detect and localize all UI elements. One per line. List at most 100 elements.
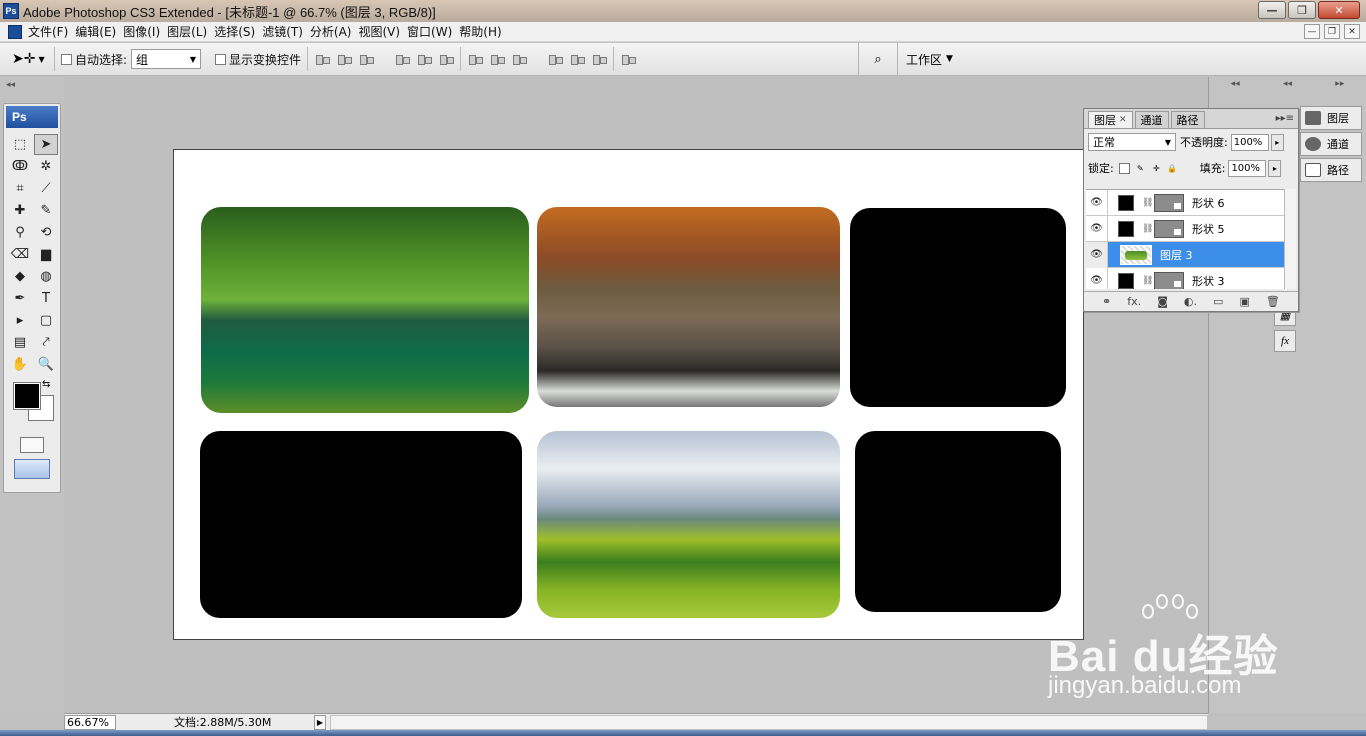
zoom-field[interactable]: 66.67% bbox=[64, 714, 116, 730]
mini-tab-channels[interactable]: 通道 bbox=[1300, 132, 1362, 156]
brush-tool-icon[interactable]: ✎ bbox=[34, 200, 58, 221]
path-selection-tool-icon[interactable]: ▸ bbox=[8, 310, 32, 331]
tool-preset-picker[interactable]: ➤✛ ▼ bbox=[12, 46, 48, 72]
auto-align-icon[interactable] bbox=[620, 52, 637, 66]
status-menu-arrow[interactable]: ▶ bbox=[314, 714, 326, 730]
auto-select-checkbox[interactable]: 自动选择: bbox=[61, 51, 127, 68]
shape-tool-icon[interactable]: ▢ bbox=[34, 310, 58, 331]
menu-help[interactable]: 帮助(H) bbox=[459, 23, 508, 40]
menu-view[interactable]: 视图(V) bbox=[358, 23, 407, 40]
eyedropper-tool-icon[interactable]: ⤤ bbox=[34, 332, 58, 353]
lock-pixels-icon[interactable]: ✎ bbox=[1135, 163, 1146, 174]
visibility-eye-icon[interactable]: 👁 bbox=[1086, 215, 1108, 242]
distribute-top-icon[interactable] bbox=[467, 52, 484, 66]
layer-row[interactable]: 👁 ⛓ 形状 5 bbox=[1086, 215, 1296, 242]
menu-filter[interactable]: 滤镜(T) bbox=[262, 23, 310, 40]
quick-mask-button[interactable] bbox=[20, 437, 44, 453]
visibility-eye-icon[interactable]: 👁 bbox=[1086, 267, 1108, 289]
distribute-bottom-icon[interactable] bbox=[511, 52, 528, 66]
maximize-button[interactable]: ❐ bbox=[1288, 1, 1316, 19]
distribute-hcenter-icon[interactable] bbox=[569, 52, 586, 66]
tab-layers[interactable]: 图层 ✕ bbox=[1088, 111, 1133, 128]
slice-tool-icon[interactable]: ⟋ bbox=[34, 178, 58, 199]
document-canvas[interactable] bbox=[173, 149, 1084, 640]
mini-tab-paths[interactable]: 路径 bbox=[1300, 158, 1362, 182]
bridge-icon[interactable]: ⌕ bbox=[858, 43, 898, 75]
styles-fx-icon[interactable]: fx bbox=[1274, 330, 1296, 352]
menu-image[interactable]: 图像(I) bbox=[123, 23, 167, 40]
lock-transparency-icon[interactable] bbox=[1118, 162, 1130, 174]
layer-row[interactable]: 👁 ⛓ 形状 6 bbox=[1086, 190, 1296, 216]
new-layer-icon[interactable]: ▣ bbox=[1239, 295, 1249, 308]
history-brush-tool-icon[interactable]: ⟲ bbox=[34, 222, 58, 243]
horizontal-scrollbar[interactable] bbox=[330, 714, 1208, 730]
mini-tab-layers[interactable]: 图层 bbox=[1300, 106, 1362, 130]
type-tool-icon[interactable]: T bbox=[34, 288, 58, 309]
opacity-field[interactable]: 100% bbox=[1230, 133, 1269, 151]
tab-channels[interactable]: 通道 bbox=[1134, 111, 1169, 128]
layer-row-selected[interactable]: 👁 图层 3 bbox=[1086, 241, 1296, 268]
blur-tool-icon[interactable]: ◆ bbox=[8, 266, 32, 287]
distribute-right-icon[interactable] bbox=[591, 52, 608, 66]
menu-layer[interactable]: 图层(L) bbox=[167, 23, 214, 40]
pen-tool-icon[interactable]: ✒ bbox=[8, 288, 32, 309]
screen-mode-button[interactable] bbox=[14, 459, 50, 479]
close-button[interactable]: ✕ bbox=[1318, 1, 1360, 19]
gradient-tool-icon[interactable]: ▆ bbox=[34, 244, 58, 265]
delete-layer-icon[interactable]: 🗑 bbox=[1266, 295, 1280, 308]
new-group-icon[interactable]: ▭ bbox=[1213, 295, 1223, 308]
clone-stamp-tool-icon[interactable]: ⚲ bbox=[8, 222, 32, 243]
show-transform-checkbox[interactable]: 显示变换控件 bbox=[215, 51, 301, 68]
fill-field[interactable]: 100% bbox=[1228, 159, 1267, 177]
auto-select-dropdown[interactable]: 组 ▼ bbox=[131, 49, 202, 69]
opacity-slider-button[interactable]: ▸ bbox=[1270, 133, 1284, 151]
zoom-tool-icon[interactable]: 🔍 bbox=[34, 354, 58, 375]
app-menu-icon[interactable] bbox=[8, 24, 22, 39]
move-tool-icon[interactable]: ➤ bbox=[34, 134, 58, 155]
distribute-left-icon[interactable] bbox=[547, 52, 564, 66]
menu-analysis[interactable]: 分析(A) bbox=[310, 23, 359, 40]
panel-menu-icon[interactable]: ▸▸≡ bbox=[1276, 113, 1294, 124]
close-icon[interactable]: ✕ bbox=[1119, 115, 1127, 125]
healing-brush-tool-icon[interactable]: ✚ bbox=[8, 200, 32, 221]
align-hcenter-icon[interactable] bbox=[416, 52, 433, 66]
layer-row[interactable]: 👁 ⛓ 形状 3 bbox=[1086, 267, 1296, 289]
align-vcenter-icon[interactable] bbox=[336, 52, 353, 66]
lock-position-icon[interactable]: ✛ bbox=[1151, 163, 1162, 174]
doc-close-button[interactable]: ✕ bbox=[1344, 24, 1360, 39]
lock-all-icon[interactable]: 🔒 bbox=[1167, 163, 1178, 174]
align-bottom-icon[interactable] bbox=[358, 52, 375, 66]
link-layers-icon[interactable]: ⚭ bbox=[1102, 295, 1111, 308]
magic-wand-tool-icon[interactable]: ✲ bbox=[34, 156, 58, 177]
adjustment-layer-icon[interactable]: ◐. bbox=[1184, 295, 1197, 308]
align-top-icon[interactable] bbox=[314, 52, 331, 66]
align-left-icon[interactable] bbox=[394, 52, 411, 66]
notes-tool-icon[interactable]: ▤ bbox=[8, 332, 32, 353]
workspace-menu[interactable]: 工作区 ▼ bbox=[906, 51, 953, 68]
blend-mode-dropdown[interactable]: 正常 ▼ bbox=[1088, 133, 1176, 151]
visibility-eye-icon[interactable]: 👁 bbox=[1086, 190, 1108, 216]
tab-paths[interactable]: 路径 bbox=[1170, 111, 1205, 128]
swap-colors-icon[interactable]: ⇆ bbox=[42, 379, 50, 390]
add-mask-icon[interactable]: ◙ bbox=[1157, 295, 1168, 308]
menu-select[interactable]: 选择(S) bbox=[214, 23, 262, 40]
crop-tool-icon[interactable]: ⌗ bbox=[8, 178, 32, 199]
menu-window[interactable]: 窗口(W) bbox=[407, 23, 459, 40]
collapse-toolbox-icon[interactable]: ◂◂ bbox=[6, 80, 15, 90]
foreground-color-swatch[interactable] bbox=[13, 382, 41, 410]
lasso-tool-icon[interactable]: ↂ bbox=[8, 156, 32, 177]
distribute-vcenter-icon[interactable] bbox=[489, 52, 506, 66]
layer-style-fx-icon[interactable]: fx. bbox=[1127, 295, 1141, 308]
menu-edit[interactable]: 编辑(E) bbox=[75, 23, 123, 40]
visibility-eye-icon[interactable]: 👁 bbox=[1086, 241, 1108, 268]
fill-slider-button[interactable]: ▸ bbox=[1268, 159, 1282, 177]
minimize-button[interactable]: — bbox=[1258, 1, 1286, 19]
marquee-tool-icon[interactable]: ⬚ bbox=[8, 134, 32, 155]
dodge-tool-icon[interactable]: ◍ bbox=[34, 266, 58, 287]
doc-minimize-button[interactable]: — bbox=[1304, 24, 1320, 39]
eraser-tool-icon[interactable]: ⌫ bbox=[8, 244, 32, 265]
layer-list-scrollbar[interactable] bbox=[1284, 189, 1296, 289]
doc-restore-button[interactable]: ❐ bbox=[1324, 24, 1340, 39]
menu-file[interactable]: 文件(F) bbox=[28, 23, 75, 40]
hand-tool-icon[interactable]: ✋ bbox=[8, 354, 32, 375]
